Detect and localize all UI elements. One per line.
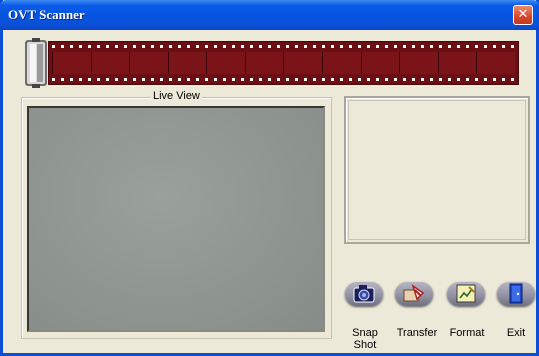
- app-window: OVT Scanner ✕ Live View Snap Shot Transf…: [0, 0, 539, 356]
- preview-pane: [344, 96, 530, 244]
- film-frame[interactable]: [52, 52, 91, 74]
- film-frame[interactable]: [399, 52, 438, 74]
- close-button[interactable]: ✕: [513, 5, 533, 25]
- transfer-button[interactable]: [391, 276, 437, 310]
- film-strip: [22, 38, 519, 88]
- exit-door-icon: [509, 283, 523, 304]
- preview-area: [348, 100, 526, 240]
- main-content: Live View Snap Shot Transfer Format Exit: [3, 30, 536, 356]
- live-view-label: Live View: [151, 90, 202, 102]
- film-strip-body: [48, 41, 519, 85]
- live-view-pane[interactable]: [27, 106, 325, 332]
- film-frame[interactable]: [129, 52, 168, 74]
- film-frame[interactable]: [90, 52, 130, 74]
- film-frame[interactable]: [244, 52, 284, 74]
- snap-shot-button[interactable]: [341, 276, 387, 310]
- film-frame[interactable]: [322, 52, 361, 74]
- title-bar[interactable]: OVT Scanner ✕: [0, 0, 539, 30]
- format-icon: [456, 284, 476, 303]
- format-button[interactable]: [443, 276, 489, 310]
- film-frame[interactable]: [206, 52, 245, 74]
- exit-label: Exit: [506, 327, 526, 339]
- camera-icon: [353, 285, 375, 303]
- film-frame[interactable]: [437, 52, 477, 74]
- film-frames: [52, 52, 515, 74]
- film-frame[interactable]: [167, 52, 207, 74]
- format-label: Format: [449, 327, 485, 339]
- live-view-group: Live View: [21, 90, 332, 339]
- snap-shot-label: Snap Shot: [352, 327, 378, 351]
- film-frame[interactable]: [476, 52, 515, 74]
- transfer-label: Transfer: [396, 327, 438, 339]
- window-title: OVT Scanner: [8, 7, 85, 22]
- film-frame[interactable]: [360, 52, 400, 74]
- exit-button[interactable]: [493, 276, 539, 310]
- film-sprocket-holes-top: [52, 45, 515, 48]
- transfer-icon: [403, 284, 425, 302]
- film-sprocket-holes-bottom: [52, 78, 515, 81]
- film-frame[interactable]: [283, 52, 323, 74]
